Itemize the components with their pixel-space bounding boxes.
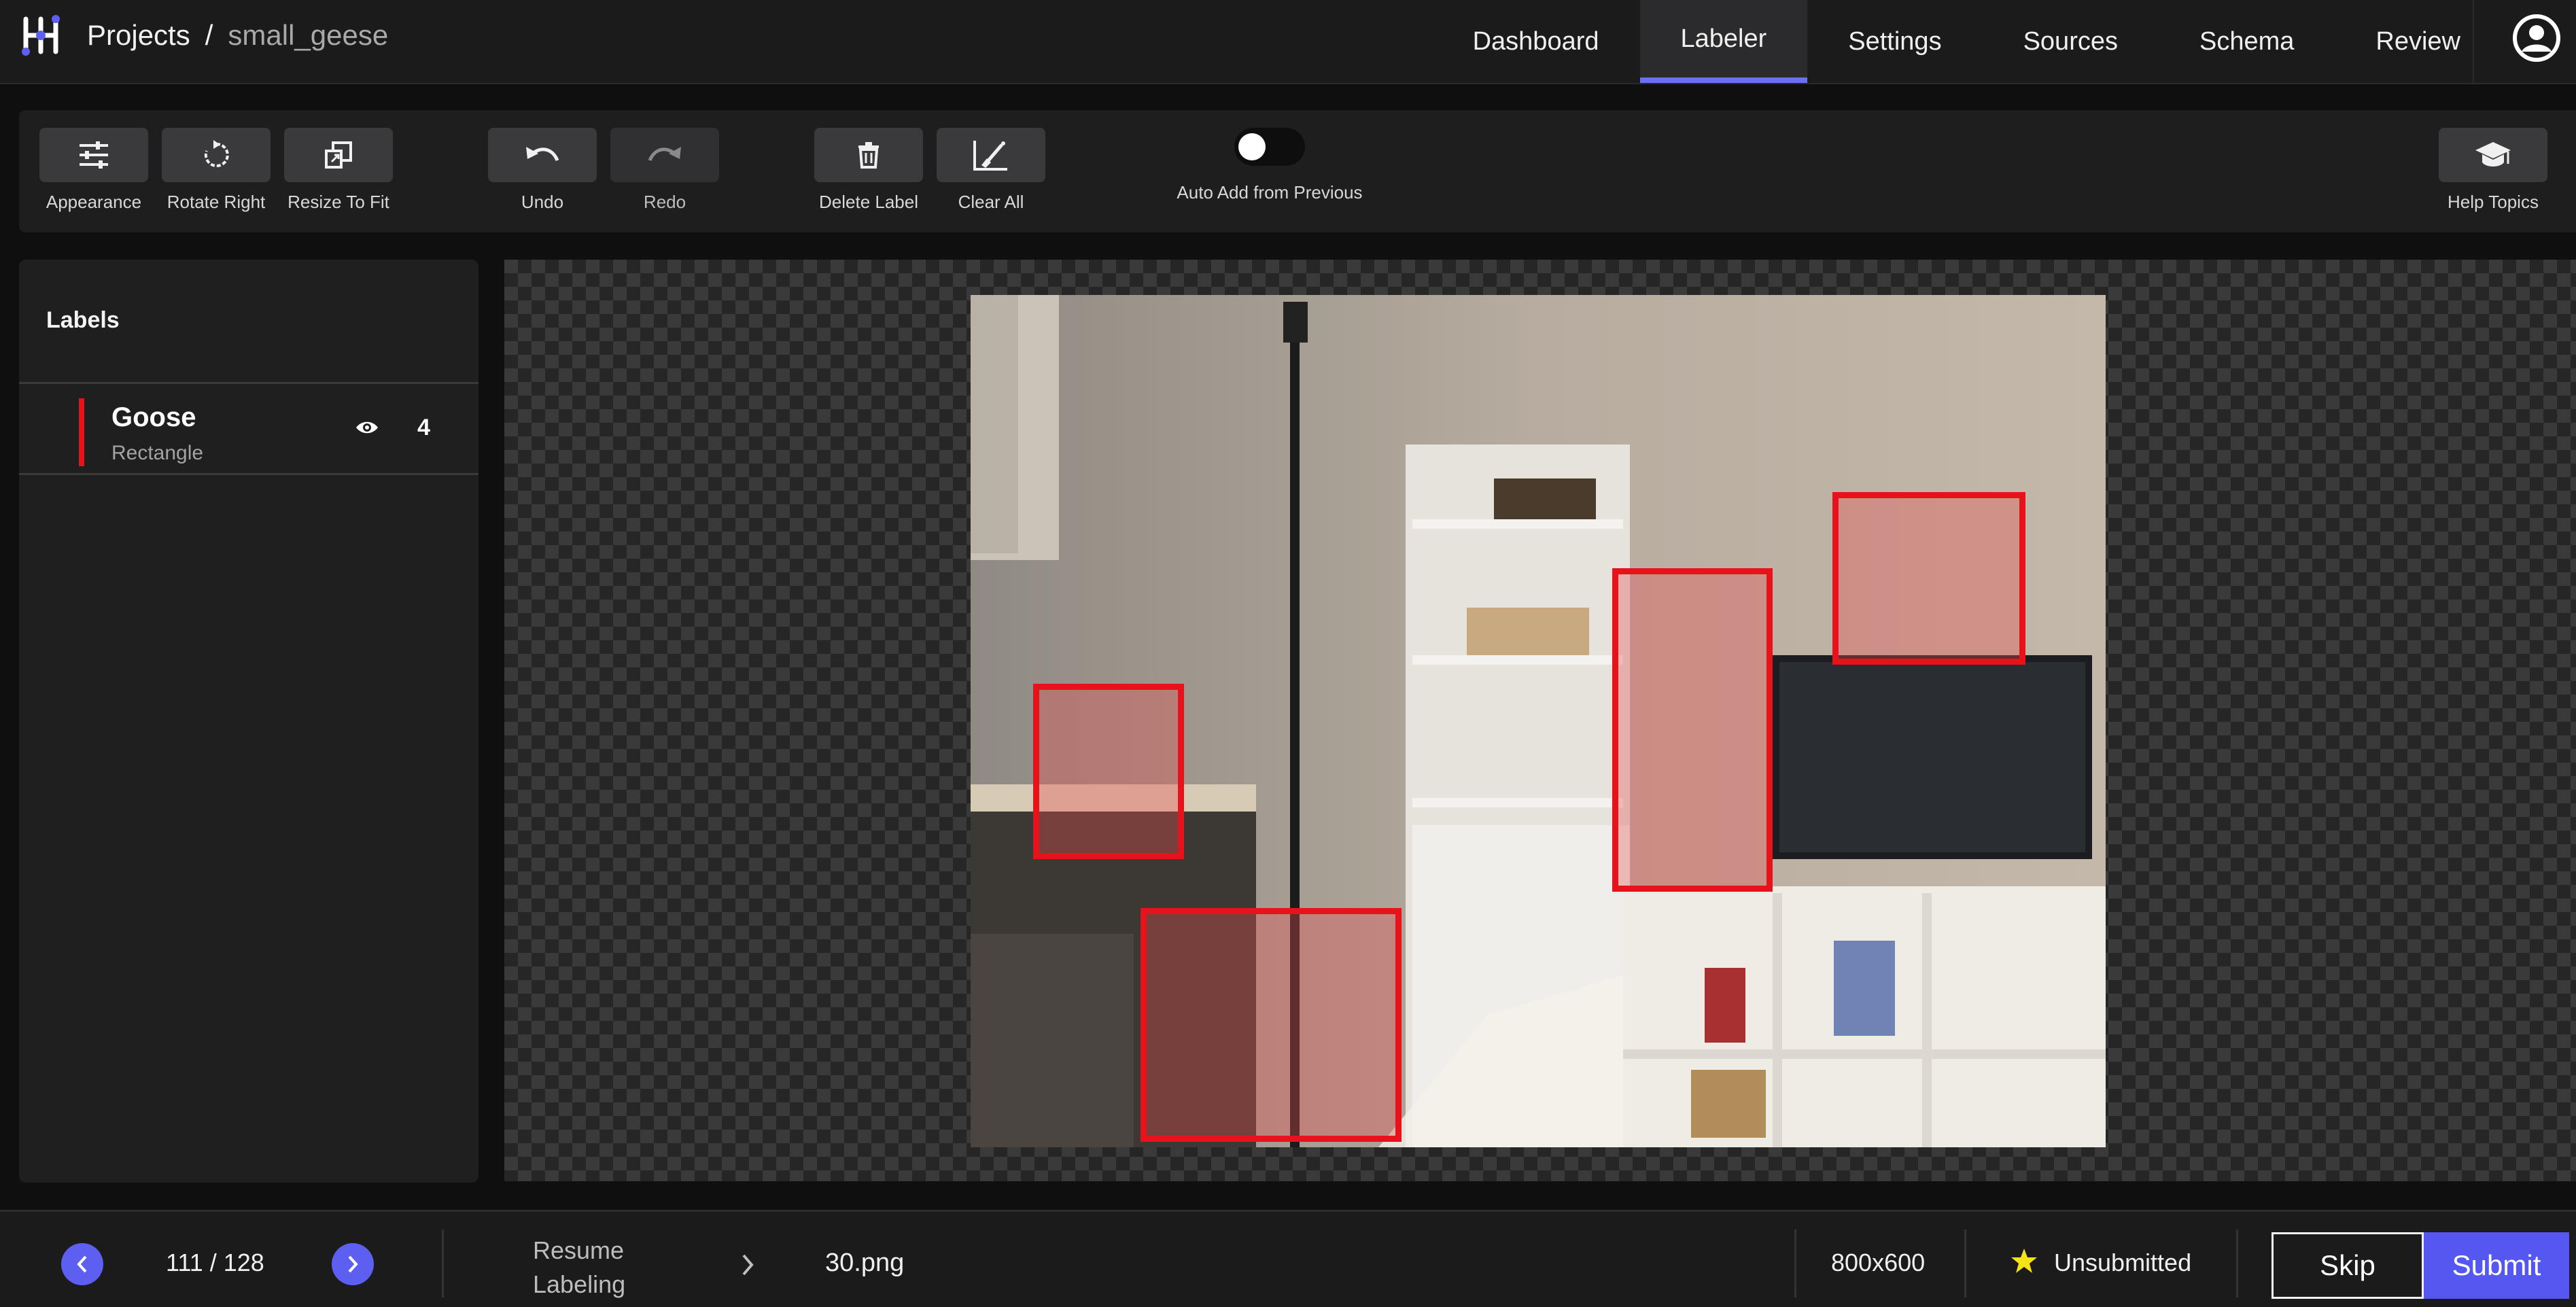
nav-schema[interactable]: Schema (2159, 0, 2335, 83)
app-logo-icon[interactable] (15, 10, 67, 61)
image-counter: 111 / 128 (166, 1249, 264, 1276)
rotate-right-button[interactable]: Rotate Right (162, 128, 271, 213)
label-name: Goose (111, 402, 196, 432)
graduation-cap-icon (2475, 142, 2511, 167)
eye-icon[interactable] (355, 419, 379, 436)
labeling-canvas[interactable] (504, 260, 2576, 1181)
nav-dashboard[interactable]: Dashboard (1432, 0, 1640, 83)
breadcrumb-projects-link[interactable]: Projects (87, 19, 190, 51)
label-count: 4 (417, 415, 430, 440)
top-navbar: Projects / small_geese Dashboard Labeler S… (0, 0, 2576, 84)
resize-to-fit-label: Resize To Fit (288, 192, 389, 212)
breadcrumb-separator: / (205, 19, 213, 51)
image-being-labeled[interactable] (971, 295, 2106, 1147)
delete-label-btn-face[interactable] (814, 128, 923, 182)
auto-add-control: Auto Add from Previous (1147, 128, 1392, 203)
redo-label: Redo (643, 192, 686, 212)
main-nav: Dashboard Labeler Settings Sources Schem… (1432, 0, 2501, 83)
label-type: Rectangle (111, 442, 204, 464)
undo-icon (526, 147, 559, 162)
resume-line-1: Resume (533, 1236, 625, 1264)
appearance-label: Appearance (46, 192, 142, 212)
image-filename: 30.png (825, 1249, 905, 1277)
nav-labeler[interactable]: Labeler (1639, 0, 1808, 83)
undo-btn-face[interactable] (488, 128, 597, 182)
auto-add-label: Auto Add from Previous (1177, 182, 1363, 203)
image-dimensions: 800x600 (1831, 1249, 1926, 1276)
delete-label-label: Delete Label (819, 192, 918, 212)
rotate-right-label: Rotate Right (167, 192, 266, 212)
resume-line-2: Labeling (533, 1270, 626, 1298)
help-topics-button[interactable]: Help Topics (2439, 128, 2547, 213)
help-topics-btn-face[interactable] (2439, 128, 2547, 182)
undo-label: Undo (521, 192, 564, 212)
nav-review[interactable]: Review (2335, 0, 2501, 83)
appearance-btn-face[interactable] (39, 128, 148, 182)
chevron-left-icon (77, 1255, 87, 1273)
next-image-button[interactable] (332, 1243, 374, 1285)
bottom-status-bar: 111 / 128 Resume Labeling 30.png 800x600… (0, 1210, 2576, 1307)
resize-to-fit-button[interactable]: Resize To Fit (284, 128, 393, 213)
resize-icon (325, 141, 352, 169)
clear-all-button[interactable]: Clear All (937, 128, 1045, 213)
skip-button[interactable]: Skip (2272, 1232, 2424, 1299)
chevron-right-icon (348, 1255, 358, 1273)
clear-all-label: Clear All (958, 192, 1024, 212)
clear-all-icon (973, 141, 1007, 171)
submission-status: Unsubmitted (2054, 1249, 2192, 1276)
help-topics-label: Help Topics (2448, 192, 2539, 212)
clear-all-btn-face[interactable] (937, 128, 1045, 182)
sliders-icon (80, 141, 108, 169)
delete-label-button[interactable]: Delete Label (814, 128, 923, 213)
previous-image-button[interactable] (61, 1243, 103, 1285)
goose-annotation-box[interactable] (1033, 684, 1184, 859)
label-color-swatch (79, 398, 84, 466)
account-circle-icon[interactable] (2511, 12, 2562, 64)
breadcrumb: Projects / small_geese (87, 16, 388, 54)
nav-sources[interactable]: Sources (1983, 0, 2159, 83)
footer-divider (2236, 1230, 2238, 1297)
redo-button[interactable]: Redo (610, 128, 719, 213)
goose-annotation-box[interactable] (1612, 568, 1773, 892)
nav-divider (2473, 0, 2474, 83)
resize-to-fit-btn-face[interactable] (284, 128, 393, 182)
resume-labeling-button[interactable]: Resume Labeling (533, 1234, 625, 1302)
rotate-right-btn-face[interactable] (162, 128, 271, 182)
chevron-right-icon[interactable] (738, 1251, 757, 1278)
trash-icon (858, 142, 879, 169)
breadcrumb-project-name: small_geese (228, 19, 389, 51)
goose-annotation-box[interactable] (1141, 908, 1402, 1142)
undo-button[interactable]: Undo (488, 128, 597, 213)
label-item-goose[interactable]: Goose Rectangle 4 (19, 383, 478, 473)
appearance-button[interactable]: Appearance (39, 128, 148, 213)
footer-divider (1964, 1230, 1966, 1297)
star-icon (2011, 1249, 2037, 1273)
panel-divider (19, 473, 478, 475)
toggle-knob (1238, 133, 1266, 160)
rotate-right-icon (204, 140, 229, 167)
redo-icon (648, 147, 681, 162)
submit-button[interactable]: Submit (2424, 1232, 2569, 1299)
footer-divider (1794, 1230, 1796, 1297)
nav-settings[interactable]: Settings (1807, 0, 1982, 83)
auto-add-toggle[interactable] (1234, 128, 1305, 166)
goose-annotation-box[interactable] (1832, 492, 2025, 665)
labeler-toolbar: Appearance Rotate Right Resize To Fit Un… (19, 110, 2576, 232)
footer-divider (442, 1230, 444, 1297)
labels-panel-title: Labels (46, 307, 120, 333)
redo-btn-face[interactable] (610, 128, 719, 182)
labels-panel: Labels Goose Rectangle 4 (19, 260, 478, 1183)
